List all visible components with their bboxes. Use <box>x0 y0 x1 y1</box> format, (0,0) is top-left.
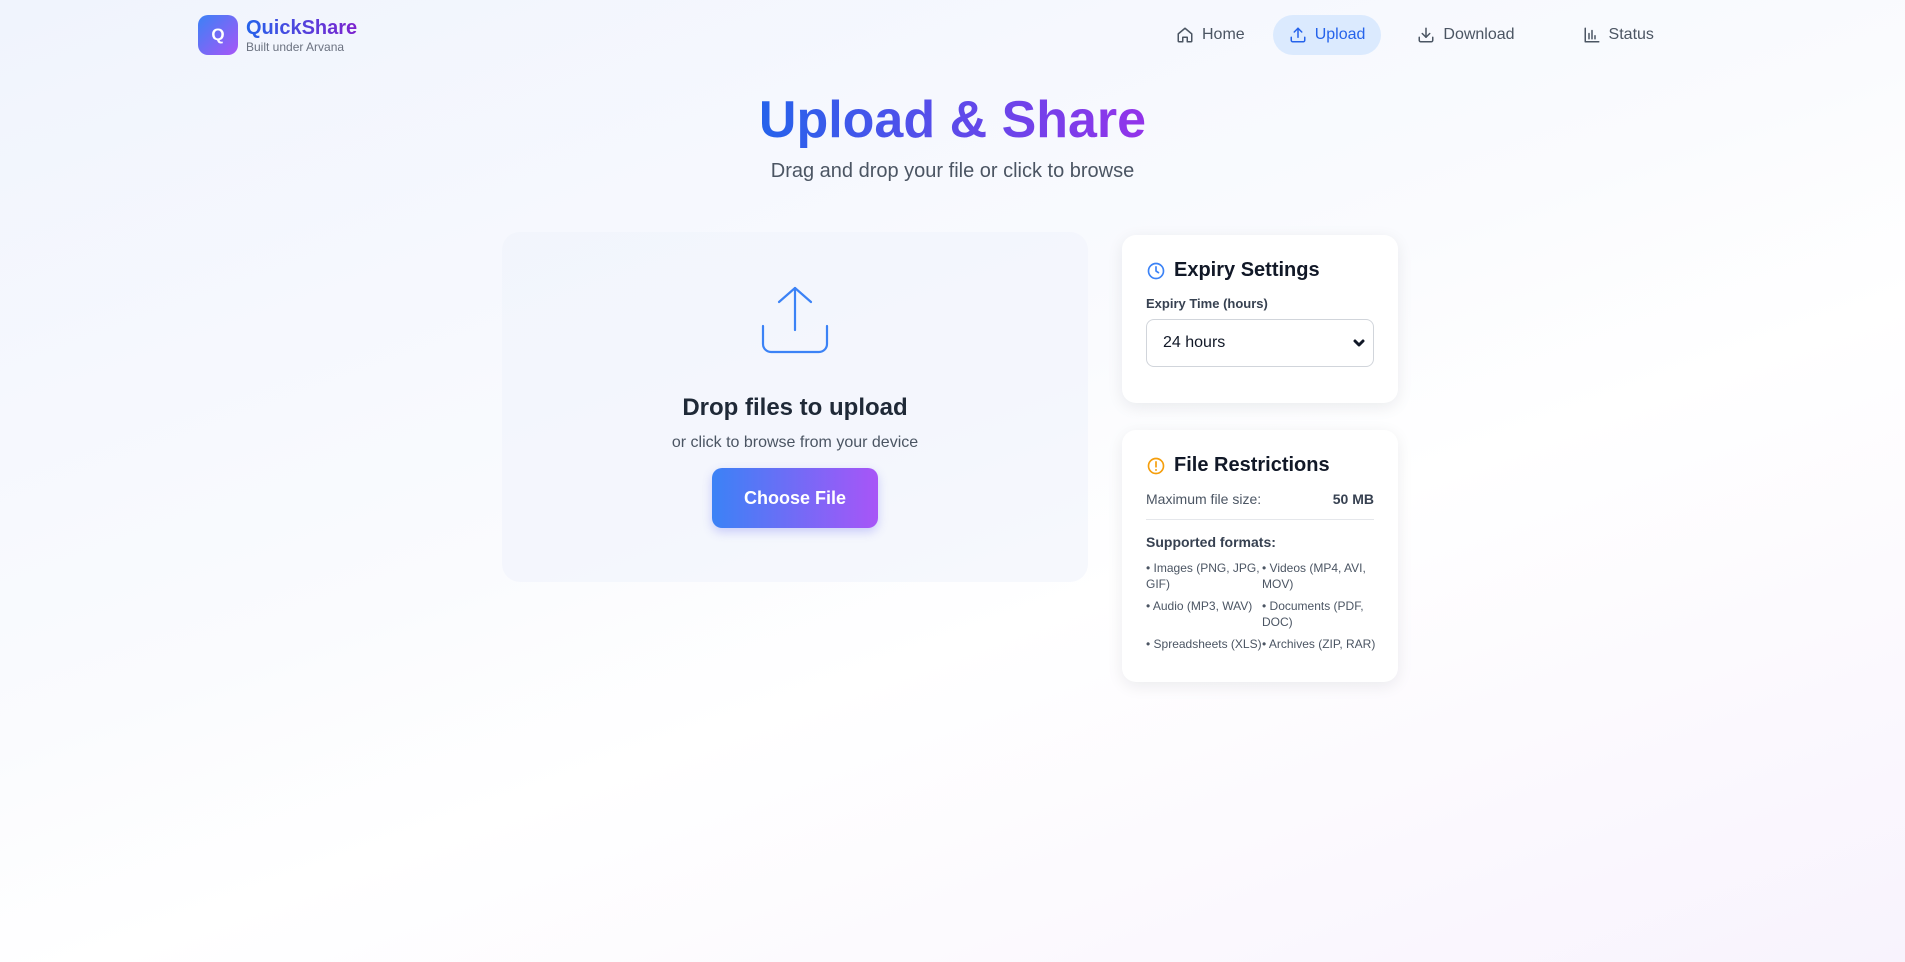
max-size-label: Maximum file size: <box>1146 491 1262 507</box>
dropzone-title: Drop files to upload <box>682 394 908 421</box>
expiry-selected-value: 24 hours <box>1163 334 1226 351</box>
file-restrictions-title: File Restrictions <box>1146 454 1374 477</box>
logo-text: QuickShare Built under Arvana <box>246 16 357 54</box>
choose-file-button[interactable]: Choose File <box>711 468 878 528</box>
nav-download-label: Download <box>1443 26 1515 43</box>
format-item: • Spreadsheets (XLS) <box>1146 637 1262 651</box>
dropzone-subtitle: or click to browse from your device <box>671 434 919 451</box>
upload-arrow-icon <box>759 284 831 356</box>
format-item: • Archives (ZIP, RAR) <box>1262 637 1376 651</box>
brand-tagline: Built under Arvana <box>246 40 345 54</box>
nav-status-label: Status <box>1608 26 1654 43</box>
home-icon <box>1177 27 1193 43</box>
nav-download[interactable]: Download <box>1401 15 1530 55</box>
clock-icon <box>1147 262 1165 279</box>
format-item: • Audio (MP3, WAV) <box>1146 599 1253 613</box>
nav-upload-label: Upload <box>1314 26 1366 43</box>
nav-home[interactable]: Home <box>1160 15 1261 55</box>
max-file-size-row: Maximum file size: 50 MB <box>1146 491 1374 520</box>
logo[interactable]: Q QuickShare Built under Arvana <box>198 15 357 55</box>
format-item: • Documents (PDF, DOC) <box>1262 599 1364 629</box>
expiry-title-text: Expiry Settings <box>1174 259 1320 281</box>
alert-circle-icon <box>1147 457 1165 474</box>
nav-home-label: Home <box>1202 26 1245 43</box>
page-subtitle: Drag and drop your file or click to brow… <box>770 160 1135 182</box>
page-title-text: Upload & Share <box>758 91 1147 149</box>
expiry-time-select[interactable]: 24 hours <box>1146 319 1374 367</box>
file-dropzone[interactable]: Drop files to upload or click to browse … <box>502 232 1088 582</box>
main-nav: Home Upload Download Status <box>1160 15 1670 55</box>
bar-chart-icon <box>1584 27 1600 43</box>
header: Q QuickShare Built under Arvana Home Upl… <box>0 0 1905 70</box>
expiry-settings-card: Expiry Settings Expiry Time (hours) 24 h… <box>1122 235 1398 403</box>
restrictions-title-text: File Restrictions <box>1174 454 1330 476</box>
supported-formats-label: Supported formats: <box>1146 534 1276 550</box>
expiry-time-label: Expiry Time (hours) <box>1146 296 1268 311</box>
logo-badge: Q <box>198 15 238 55</box>
nav-status[interactable]: Status <box>1567 15 1670 55</box>
page-title: Upload & Share <box>0 88 1905 152</box>
file-restrictions-card: File Restrictions Maximum file size: 50 … <box>1122 430 1398 682</box>
expiry-settings-title: Expiry Settings <box>1146 259 1374 282</box>
upload-icon <box>1290 27 1306 43</box>
brand-name: QuickShare <box>246 17 358 39</box>
format-item: • Images (PNG, JPG, GIF) <box>1146 561 1260 591</box>
max-size-value: 50 MB <box>1332 491 1374 507</box>
download-icon <box>1418 27 1434 43</box>
chevron-down-icon <box>1353 339 1365 347</box>
format-item: • Videos (MP4, AVI, MOV) <box>1262 561 1366 591</box>
nav-upload[interactable]: Upload <box>1272 15 1382 55</box>
supported-formats-list: • Images (PNG, JPG, GIF) • Videos (MP4, … <box>1146 560 1375 652</box>
